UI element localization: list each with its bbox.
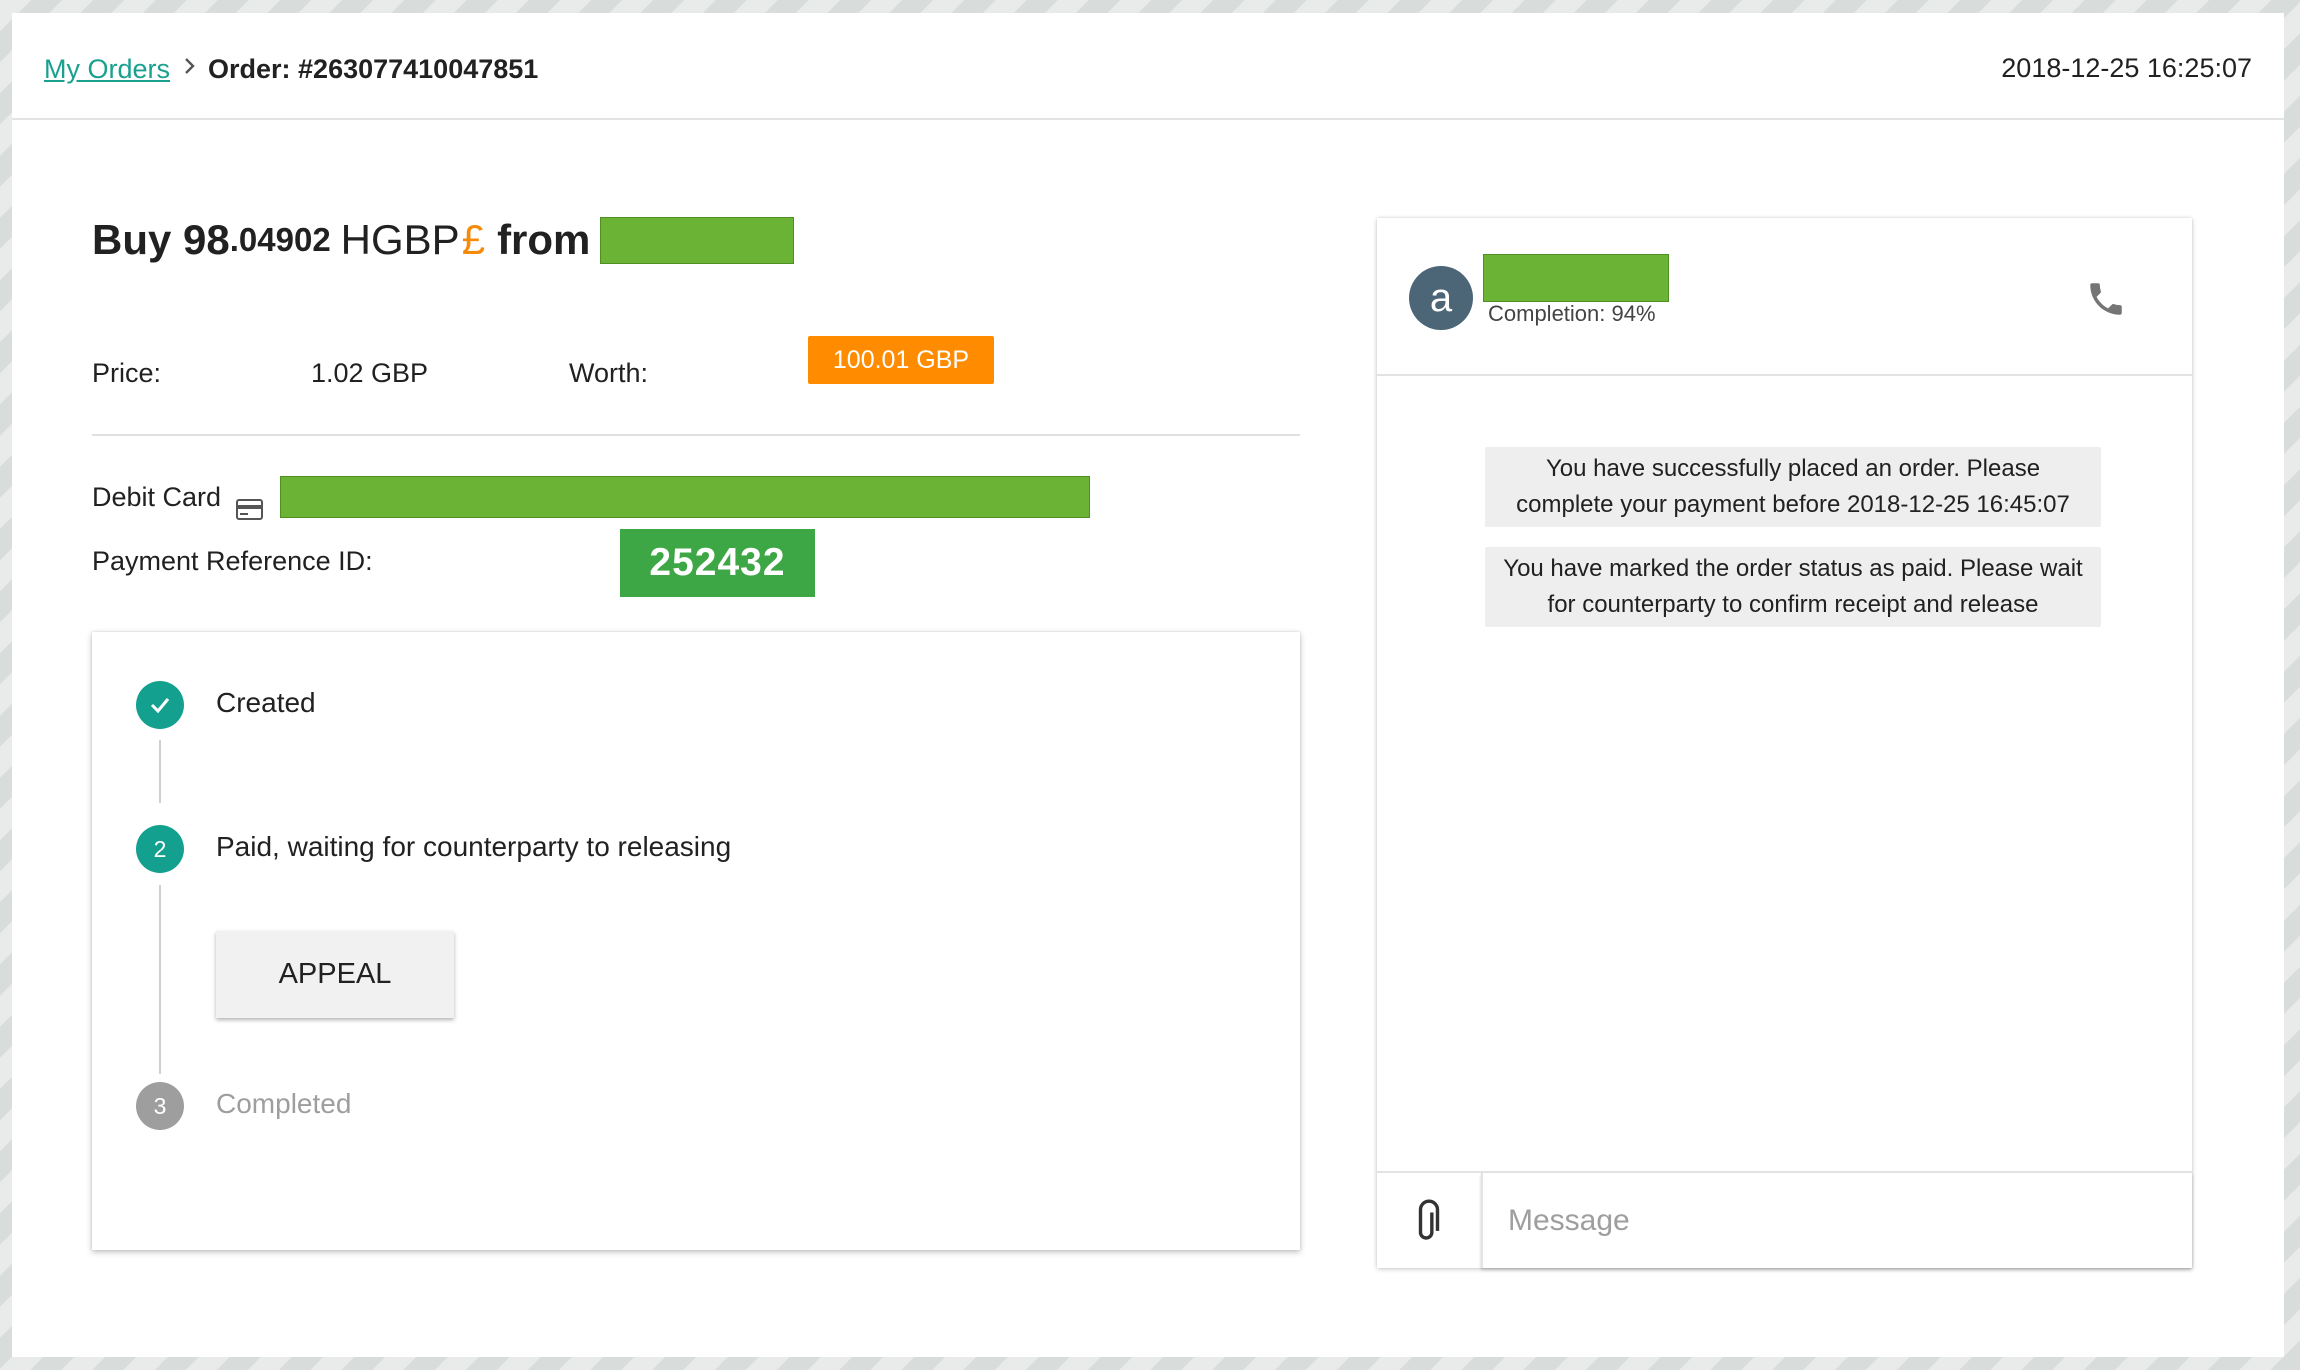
paperclip-icon[interactable]	[1377, 1173, 1481, 1268]
header-timestamp: 2018-12-25 16:25:07	[2001, 53, 2252, 83]
order-title: Buy 98.04902 HGBP £ from	[92, 210, 795, 270]
worth-value-badge: 100.01 GBP	[808, 336, 994, 384]
title-currency: HGBP	[340, 216, 460, 263]
title-amount-decimals: .04902	[229, 221, 331, 258]
step-2-indicator: 2	[136, 825, 184, 873]
payment-reference-id: 252432	[620, 529, 815, 597]
section-divider	[92, 434, 1300, 436]
breadcrumb-order-number: Order: #263077410047851	[208, 53, 539, 84]
chevron-right-icon	[182, 55, 198, 83]
step-connector	[159, 885, 161, 1074]
breadcrumb-my-orders-link[interactable]: My Orders	[44, 54, 170, 85]
redacted-counterparty-name	[600, 216, 795, 264]
title-from: from	[497, 216, 591, 263]
price-label: Price:	[92, 358, 162, 388]
order-progress-stepper: Created 2 Paid, waiting for counterparty…	[92, 632, 1300, 1250]
order-page: My Orders Order: #263077410047851 2018-1…	[12, 13, 2284, 1357]
system-message: You have successfully placed an order. P…	[1485, 447, 2101, 527]
title-currency-symbol: £	[461, 216, 486, 263]
credit-card-icon	[236, 499, 263, 520]
chat-input-bar	[1377, 1171, 2192, 1268]
title-buy-amount: Buy 98	[92, 216, 230, 263]
appeal-button[interactable]: APPEAL	[216, 931, 454, 1018]
step-paid-label: Paid, waiting for counterparty to releas…	[216, 831, 732, 862]
chat-header: a Completion: 94%	[1377, 218, 2192, 376]
system-message: You have marked the order status as paid…	[1485, 547, 2101, 627]
step-3-indicator: 3	[136, 1082, 184, 1130]
redacted-payment-details	[280, 476, 1090, 518]
phone-icon[interactable]	[2085, 278, 2127, 320]
completion-rate: Completion: 94%	[1488, 301, 1656, 326]
step-created-label: Created	[216, 687, 316, 718]
step-connector	[159, 740, 161, 803]
check-icon	[136, 681, 184, 729]
price-value: 1.02 GBP	[311, 358, 429, 388]
step-completed-label: Completed	[216, 1088, 352, 1119]
worth-label: Worth:	[569, 358, 649, 388]
payment-reference-label: Payment Reference ID:	[92, 546, 373, 576]
message-input[interactable]	[1481, 1173, 2192, 1268]
avatar: a	[1409, 266, 1473, 330]
chat-panel: a Completion: 94% You have successfully …	[1377, 218, 2192, 1268]
redacted-counterparty-name	[1483, 254, 1669, 302]
page-header: My Orders Order: #263077410047851 2018-1…	[12, 13, 2284, 120]
payment-method-label: Debit Card	[92, 482, 222, 512]
breadcrumb: My Orders Order: #263077410047851	[44, 49, 538, 89]
